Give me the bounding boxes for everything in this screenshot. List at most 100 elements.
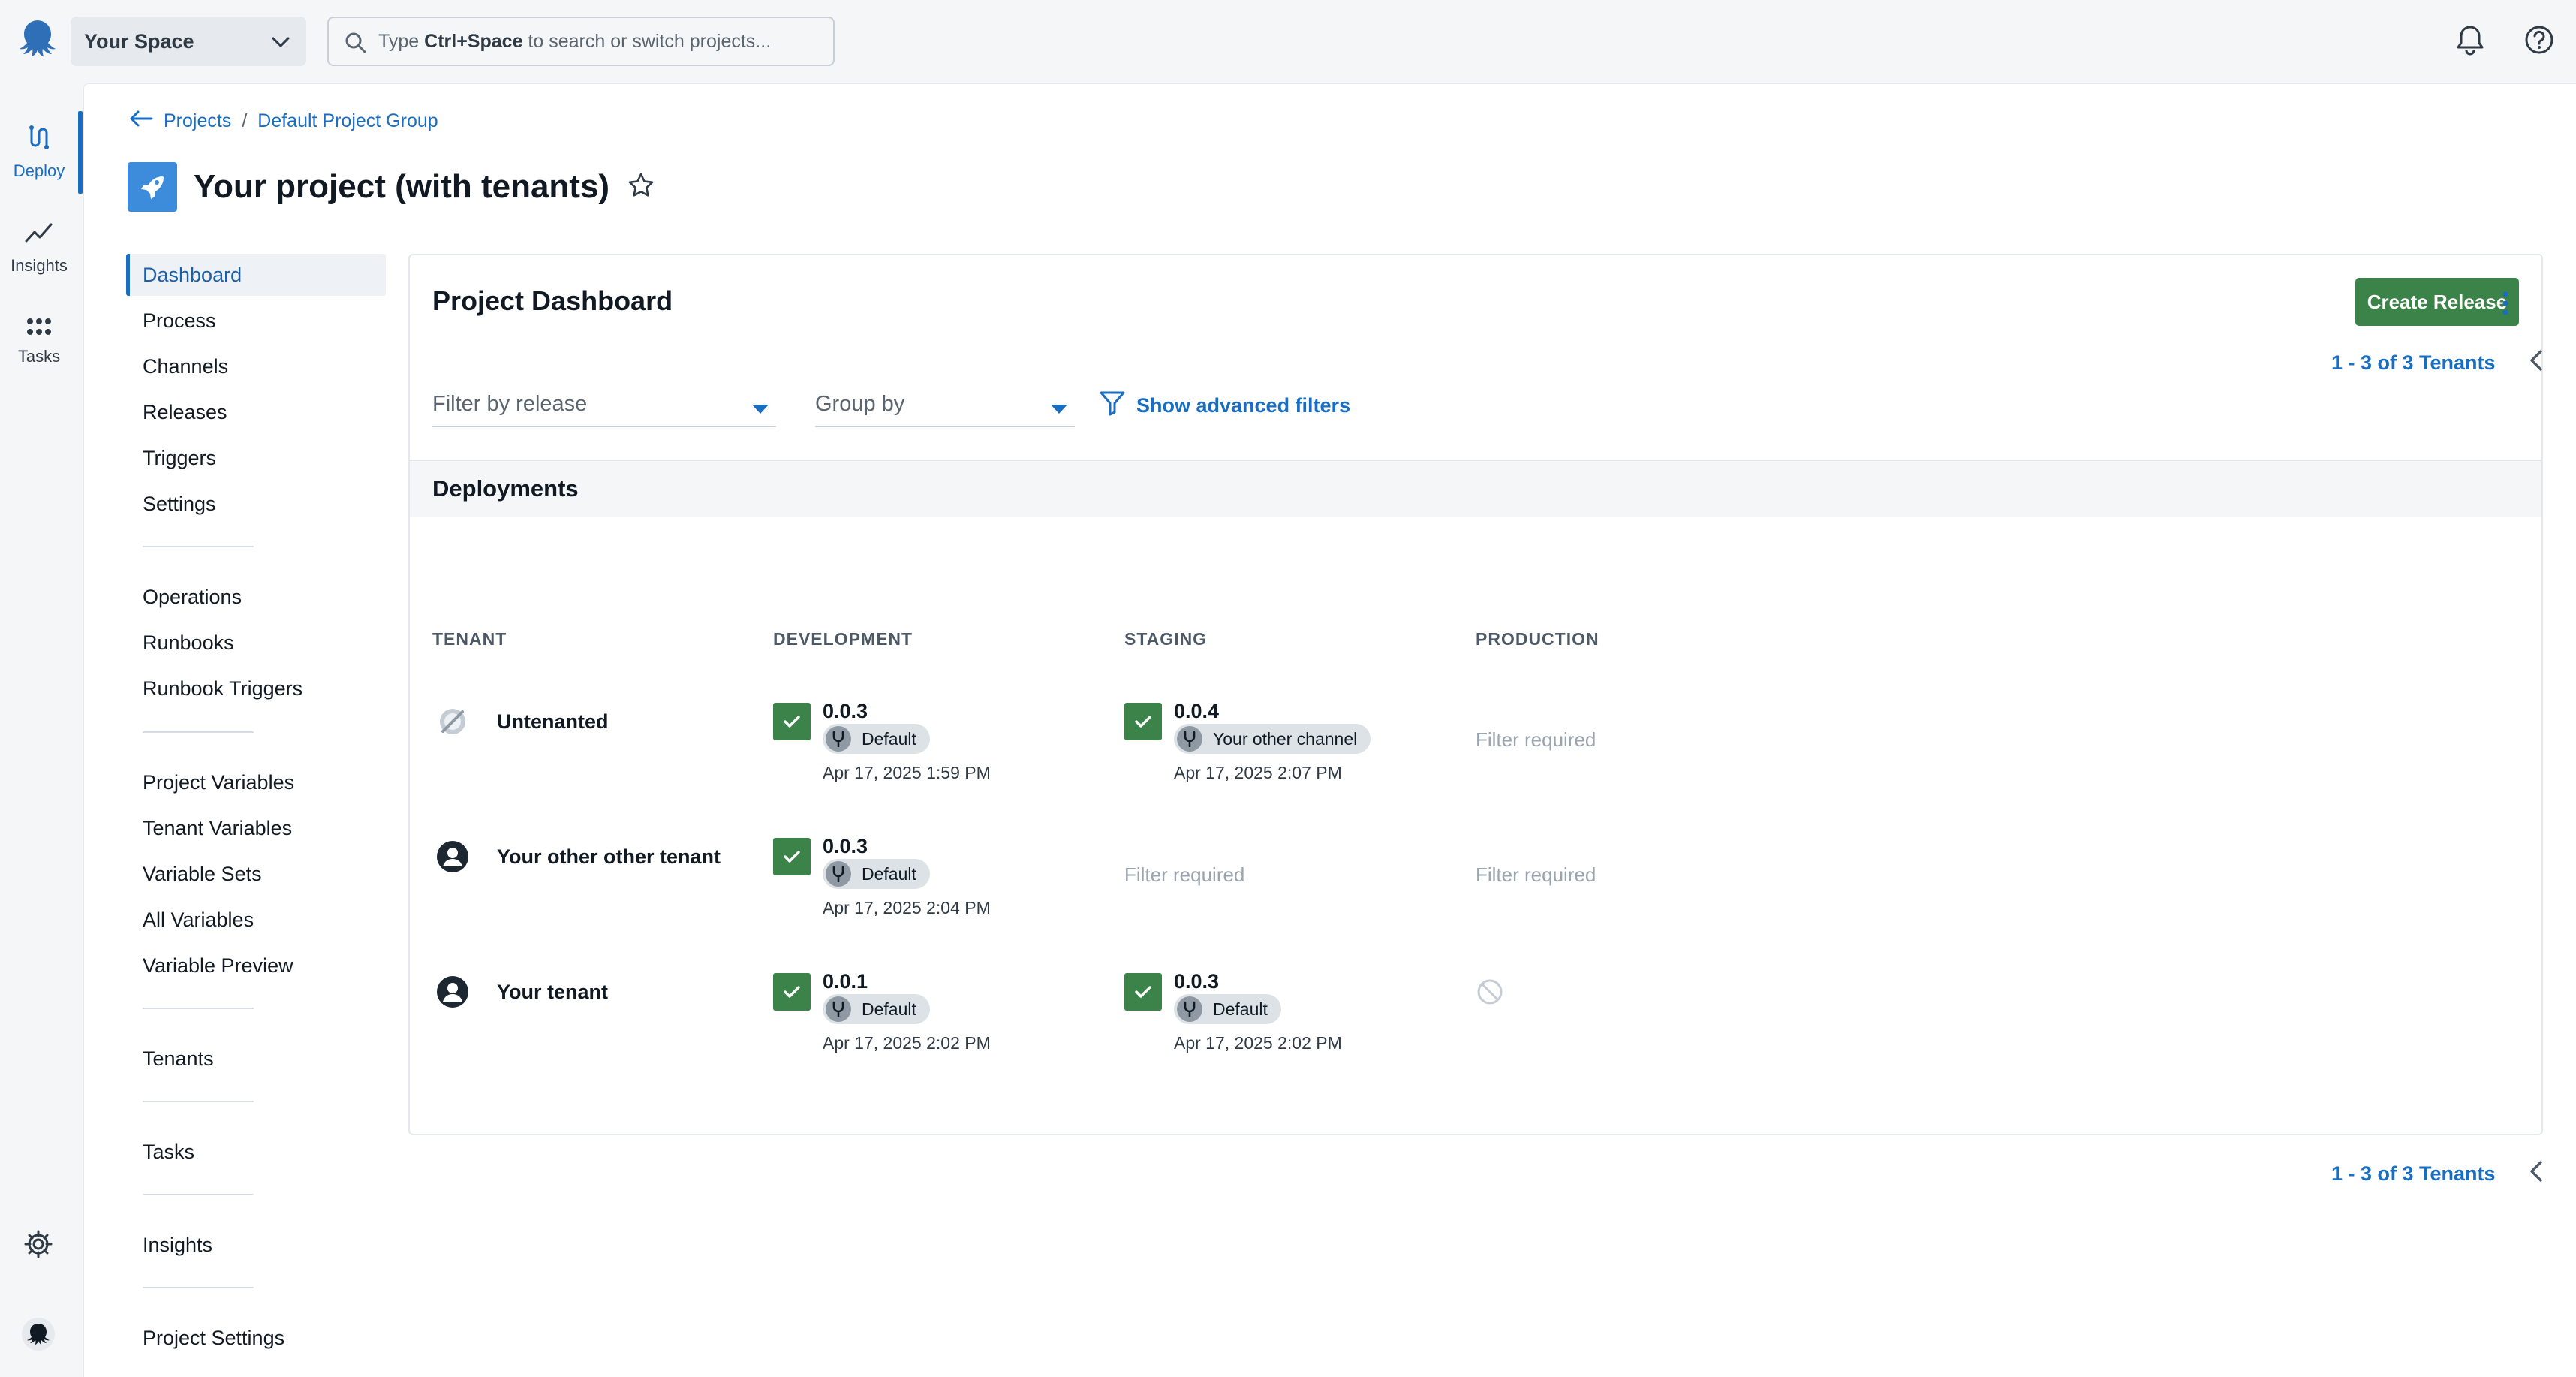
search-icon — [344, 31, 368, 60]
chevron-down-icon — [269, 30, 293, 59]
nav-item-variable-sets[interactable]: Variable Sets — [126, 853, 386, 895]
column-header-development: DEVELOPMENT — [773, 629, 913, 649]
nav-item-insights[interactable]: Insights — [126, 1224, 386, 1266]
filter-required-text: Filter required — [1476, 863, 1596, 886]
nav-item-project-variables[interactable]: Project Variables — [126, 761, 386, 803]
nav-item-operations[interactable]: Operations — [126, 576, 386, 618]
octopus-logo-icon[interactable] — [14, 14, 63, 66]
channel-name: Default — [862, 999, 916, 1019]
dashboard-title: Project Dashboard — [432, 285, 673, 316]
gear-icon[interactable] — [23, 1228, 54, 1264]
more-options-icon[interactable] — [2483, 288, 2528, 318]
space-name: Your Space — [84, 29, 194, 53]
nav-divider — [143, 1194, 254, 1195]
tenant-name[interactable]: Your other other tenant — [497, 845, 721, 869]
user-avatar[interactable] — [21, 1317, 56, 1355]
tenant-name[interactable]: Untenanted — [497, 710, 609, 734]
search-placeholder: Type Ctrl+Space to search or switch proj… — [378, 30, 772, 52]
main-content: Projects / Default Project Group Your pr… — [84, 84, 2576, 1377]
deployment-date: Apr 17, 2025 2:07 PM — [1174, 763, 1342, 782]
nav-item-project-settings[interactable]: Project Settings — [126, 1317, 386, 1359]
group-by-select[interactable]: Group by — [815, 392, 1075, 427]
star-icon[interactable] — [627, 172, 655, 203]
project-dashboard-card: Project Dashboard Create Release Filter … — [408, 254, 2543, 1185]
trend-icon — [24, 218, 54, 250]
column-header-staging: STAGING — [1124, 629, 1208, 649]
deployment-date: Apr 17, 2025 2:04 PM — [823, 898, 991, 917]
page-title: Your project (with tenants) — [194, 168, 610, 205]
rail-item-deploy[interactable]: Deploy — [0, 111, 83, 194]
deployment-date: Apr 17, 2025 2:02 PM — [823, 1033, 991, 1053]
show-advanced-filters-link[interactable]: Show advanced filters — [1099, 390, 1350, 421]
column-header-tenant: TENANT — [432, 629, 507, 649]
project-header: Your project (with tenants) — [128, 162, 655, 212]
top-bar: Your Space Type Ctrl+Space to search or … — [0, 0, 2576, 81]
pager-count: 1 - 3 of 3 Tenants — [2331, 351, 2496, 374]
rail-item-insights[interactable]: Insights — [0, 206, 78, 288]
space-selector[interactable]: Your Space — [71, 17, 306, 66]
untenanted-icon — [435, 704, 470, 739]
back-arrow-icon[interactable] — [129, 110, 153, 133]
release-version: 0.0.4 — [1174, 700, 1220, 722]
nav-item-channels[interactable]: Channels — [126, 345, 386, 387]
column-header-production: PRODUCTION — [1476, 629, 1599, 649]
channel-name: Default — [862, 728, 916, 749]
breadcrumb-separator: / — [242, 110, 248, 131]
release-version: 0.0.3 — [823, 700, 868, 722]
nav-item-runbook-triggers[interactable]: Runbook Triggers — [126, 667, 386, 710]
rocket-icon — [128, 162, 177, 212]
breadcrumb: Projects / Default Project Group — [129, 110, 438, 133]
chevron-left-icon[interactable] — [2525, 1156, 2549, 1190]
notifications-bell-icon[interactable] — [2453, 23, 2487, 57]
funnel-icon — [1099, 390, 1126, 421]
rail-item-tasks[interactable]: Tasks — [0, 300, 78, 383]
chevron-left-icon[interactable] — [2525, 345, 2549, 381]
grid-icon — [26, 317, 53, 341]
check-icon — [1124, 973, 1162, 1011]
check-icon — [773, 838, 811, 875]
nav-item-tenant-variables[interactable]: Tenant Variables — [126, 807, 386, 849]
breadcrumb-group-link[interactable]: Default Project Group — [257, 110, 438, 132]
nav-divider — [143, 1008, 254, 1009]
nav-item-tenants[interactable]: Tenants — [126, 1038, 386, 1080]
channel-name: Default — [862, 863, 916, 884]
nav-item-variable-preview[interactable]: Variable Preview — [126, 945, 386, 987]
help-icon[interactable] — [2522, 23, 2556, 57]
channel-icon — [1177, 726, 1202, 752]
advanced-filters-label: Show advanced filters — [1136, 394, 1351, 417]
deployment-date: Apr 17, 2025 2:02 PM — [1174, 1033, 1342, 1053]
caret-down-icon — [1049, 396, 1069, 421]
tenant-name[interactable]: Your tenant — [497, 981, 608, 1004]
channel-icon — [826, 726, 851, 752]
deployment-date: Apr 17, 2025 1:59 PM — [823, 763, 991, 782]
channel-badge: Default — [823, 994, 930, 1024]
channel-badge: Default — [823, 724, 930, 754]
release-version: 0.0.3 — [1174, 970, 1220, 993]
filter-by-release-select[interactable]: Filter by release — [432, 392, 776, 427]
nav-item-process[interactable]: Process — [126, 300, 386, 342]
filter-release-placeholder: Filter by release — [432, 392, 588, 416]
channel-name: Default — [1213, 999, 1268, 1019]
rail-label: Insights — [11, 256, 68, 275]
channel-icon — [826, 861, 851, 887]
breadcrumb-projects-link[interactable]: Projects — [164, 110, 231, 132]
check-icon — [773, 973, 811, 1011]
nav-divider — [143, 731, 254, 733]
channel-badge: Your other channel — [1174, 724, 1371, 754]
nav-item-triggers[interactable]: Triggers — [126, 437, 386, 479]
release-version: 0.0.3 — [823, 835, 868, 857]
nav-item-releases[interactable]: Releases — [126, 391, 386, 433]
tenant-avatar-icon — [435, 975, 470, 1009]
channel-icon — [1177, 996, 1202, 1022]
nav-item-all-variables[interactable]: All Variables — [126, 899, 386, 941]
nav-item-settings[interactable]: Settings — [126, 483, 386, 525]
nav-item-dashboard[interactable]: Dashboard — [126, 254, 386, 296]
nav-divider — [143, 1287, 254, 1288]
nav-item-runbooks[interactable]: Runbooks — [126, 622, 386, 664]
channel-name: Your other channel — [1213, 728, 1358, 749]
channel-badge: Default — [823, 859, 930, 889]
nav-item-tasks[interactable]: Tasks — [126, 1131, 386, 1173]
search-input[interactable]: Type Ctrl+Space to search or switch proj… — [327, 17, 835, 66]
not-applicable-icon — [1476, 978, 1504, 1010]
check-icon — [773, 703, 811, 740]
